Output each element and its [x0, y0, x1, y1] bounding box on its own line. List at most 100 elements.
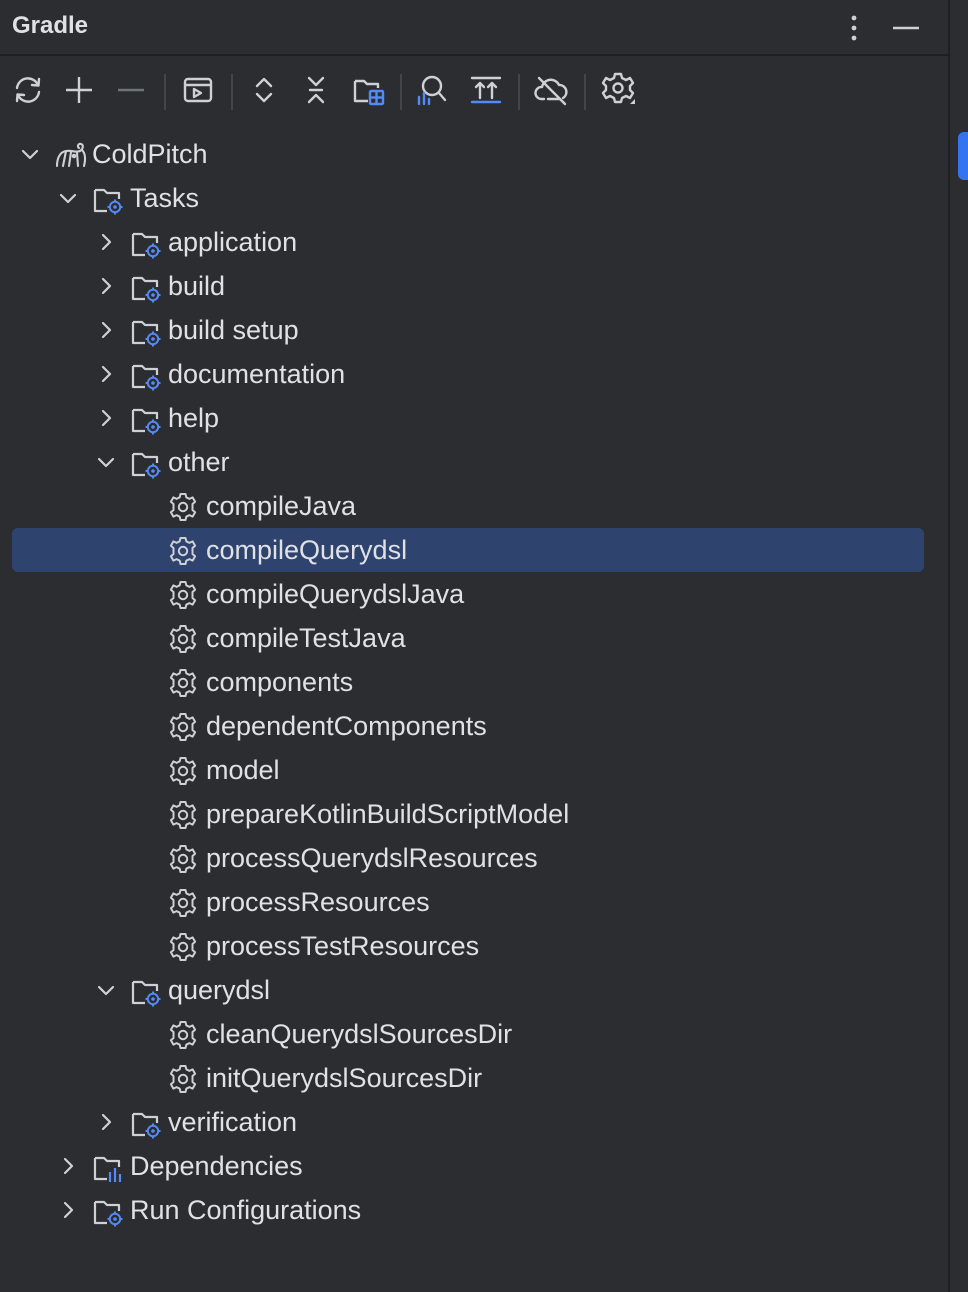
dependencies-folder-icon [92, 1152, 122, 1182]
analyze-dependencies-button[interactable] [412, 70, 452, 110]
tree-item-label: compileQuerydsl [206, 535, 408, 565]
tree-item-group[interactable]: other [12, 440, 924, 484]
tree-item-label: Dependencies [130, 1151, 303, 1181]
chevron-down-icon[interactable] [18, 142, 42, 166]
tree-item-label: ColdPitch [92, 139, 208, 169]
expand-all-icon [255, 77, 273, 103]
cloud-off-icon [534, 76, 568, 106]
task-gear-icon [168, 624, 198, 654]
tree-item-group[interactable]: verification [12, 1100, 924, 1144]
tool-window-tab-indicator[interactable] [958, 132, 968, 180]
toolbar-separator [164, 74, 166, 110]
tree-item-group[interactable]: querydsl [12, 968, 924, 1012]
tree-item-label: documentation [168, 359, 346, 389]
tree-item-label: application [168, 227, 298, 257]
gradle-elephant-icon [54, 140, 87, 170]
group-modules-button[interactable] [349, 70, 389, 110]
tree-item-label: processQuerydslResources [206, 843, 538, 873]
execute-task-button[interactable] [178, 70, 218, 110]
chevron-right-icon[interactable] [94, 1110, 118, 1134]
task-gear-icon [168, 1020, 198, 1050]
tree-item-group[interactable]: documentation [12, 352, 924, 396]
task-folder-icon [92, 1196, 123, 1227]
tree-item-label: Run Configurations [130, 1195, 362, 1225]
tree-item-group[interactable]: ColdPitch [12, 132, 924, 176]
tree-item-task[interactable]: model [12, 748, 924, 792]
task-gear-icon [168, 888, 198, 918]
tree-item-label: processResources [206, 887, 430, 917]
tree-item-label: other [168, 447, 230, 477]
tree-item-label: processTestResources [206, 931, 480, 961]
tree-item-label: cleanQuerydslSourcesDir [206, 1019, 513, 1049]
tree-item-label: components [206, 667, 354, 697]
minimize-icon[interactable] [886, 8, 926, 48]
run-task-icon [183, 77, 213, 103]
remove-button[interactable] [111, 70, 151, 110]
task-gear-icon [168, 756, 198, 786]
task-folder-icon [130, 272, 161, 303]
tree-item-task[interactable]: compileJava [12, 484, 924, 528]
chevron-right-icon[interactable] [94, 230, 118, 254]
expand-all-button[interactable] [244, 70, 284, 110]
task-folder-icon [130, 976, 161, 1007]
task-gear-icon [168, 668, 198, 698]
tree-item-label: compileJava [206, 491, 357, 521]
chevron-right-icon[interactable] [56, 1198, 80, 1222]
tree-item-group[interactable]: build [12, 264, 924, 308]
tree-item-label: verification [168, 1107, 298, 1137]
add-button[interactable] [59, 70, 99, 110]
tree-item-task[interactable]: processResources [12, 880, 924, 924]
tool-window-header: Gradle [0, 0, 948, 56]
tree-item-group[interactable]: Dependencies [12, 1144, 924, 1188]
tree-item-task[interactable]: processQuerydslResources [12, 836, 924, 880]
chevron-right-icon[interactable] [56, 1154, 80, 1178]
gear-icon [601, 72, 635, 104]
task-gear-icon [168, 536, 198, 566]
task-folder-icon [92, 184, 123, 215]
task-gear-icon [168, 800, 198, 830]
chevron-down-icon[interactable] [56, 186, 80, 210]
tree-item-group[interactable]: build setup [12, 308, 924, 352]
gradle-toolbar [0, 58, 948, 122]
tree-item-label: prepareKotlinBuildScriptModel [206, 799, 570, 829]
task-gear-icon [168, 932, 198, 962]
tree-item-label: dependentComponents [206, 711, 487, 741]
tree-item-task[interactable]: cleanQuerydslSourcesDir [12, 1012, 924, 1056]
build-button[interactable] [466, 70, 506, 110]
tree-item-label: compileTestJava [206, 623, 406, 653]
tree-item-task[interactable]: compileQuerydsl [12, 528, 924, 572]
task-gear-icon [168, 580, 198, 610]
tree-item-label: querydsl [168, 975, 271, 1005]
task-folder-icon [130, 404, 161, 435]
tree-item-task[interactable]: compileTestJava [12, 616, 924, 660]
chevron-down-icon[interactable] [94, 450, 118, 474]
reload-button[interactable] [8, 70, 48, 110]
offline-mode-button[interactable] [532, 70, 572, 110]
task-folder-icon [130, 448, 161, 479]
tree-item-task[interactable]: prepareKotlinBuildScriptModel [12, 792, 924, 836]
chevron-right-icon[interactable] [94, 406, 118, 430]
tree-item-label: initQuerydslSourcesDir [206, 1063, 483, 1093]
task-folder-icon [130, 316, 161, 347]
task-folder-icon [130, 1108, 161, 1139]
chevron-down-icon[interactable] [94, 978, 118, 1002]
tree-item-task[interactable]: components [12, 660, 924, 704]
tree-item-group[interactable]: application [12, 220, 924, 264]
collapse-all-button[interactable] [296, 70, 336, 110]
tree-item-group[interactable]: Tasks [12, 176, 924, 220]
chevron-right-icon[interactable] [94, 274, 118, 298]
tree-item-group[interactable]: Run Configurations [12, 1188, 924, 1232]
task-gear-icon [168, 844, 198, 874]
toolbar-separator [231, 74, 233, 110]
toolbar-separator [518, 74, 520, 110]
tree-item-task[interactable]: initQuerydslSourcesDir [12, 1056, 924, 1100]
tree-item-task[interactable]: processTestResources [12, 924, 924, 968]
kebab-menu-icon[interactable] [834, 8, 874, 48]
settings-button[interactable] [598, 70, 638, 110]
tree-item-group[interactable]: help [12, 396, 924, 440]
chevron-right-icon[interactable] [94, 318, 118, 342]
sync-icon [15, 77, 41, 103]
tree-item-task[interactable]: dependentComponents [12, 704, 924, 748]
tree-item-task[interactable]: compileQuerydslJava [12, 572, 924, 616]
chevron-right-icon[interactable] [94, 362, 118, 386]
